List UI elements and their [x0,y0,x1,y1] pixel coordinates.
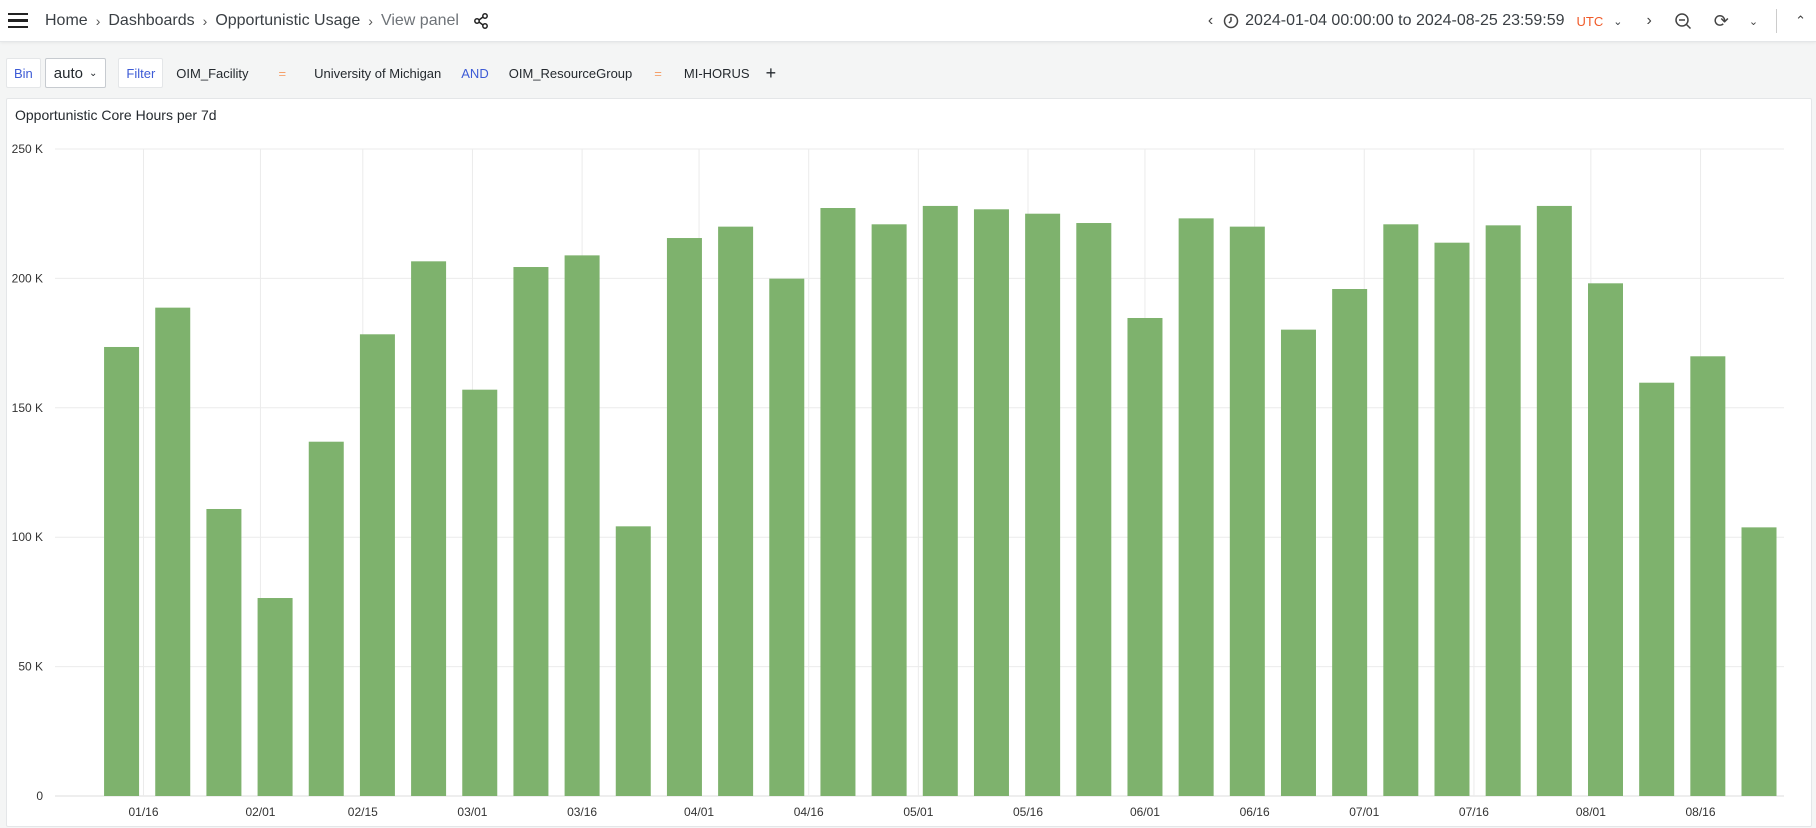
x-tick-label: 08/16 [1686,805,1716,819]
x-tick-label: 06/01 [1130,805,1160,819]
x-tick-label: 07/01 [1349,805,1379,819]
x-tick-label: 08/01 [1576,805,1606,819]
bar [462,389,498,796]
chart-panel: Opportunistic Core Hours per 7d 0 50 K 100… [6,98,1812,827]
y-tick-label: 200 K [12,271,43,285]
refresh-interval-chevron-icon[interactable]: ⌄ [1739,15,1768,28]
breadcrumb-home[interactable]: Home [45,12,88,30]
x-tick-label: 02/01 [245,805,275,819]
y-tick-label: 0 [36,789,43,803]
bar [1383,224,1419,796]
filter-label: Filter [118,58,164,88]
bar [104,346,140,796]
x-tick-label: 07/16 [1459,805,1489,819]
bar [1229,226,1265,796]
bar [206,508,242,796]
clock-icon [1223,13,1239,29]
bar [155,307,191,796]
bar-chart: 0 50 K 100 K 150 K 200 K 250 K 01/16 02/01 02/15… [12,142,1784,819]
bar [1178,218,1214,796]
y-tick-label: 100 K [12,530,43,544]
bar [1690,356,1726,796]
breadcrumb-current: View panel [380,11,459,29]
bar [1025,213,1061,796]
x-tick-label: 05/16 [1013,805,1043,819]
top-bar: Home › Dashboards › Opportunistic Usage › V… [0,0,1816,42]
bar [1332,289,1368,796]
x-tick-label: 03/16 [567,805,597,819]
filter-value[interactable]: University of Michigan [314,66,441,81]
chevron-right-icon: › [95,12,101,29]
filter-value[interactable]: MI-HORUS [684,66,750,81]
bar [1076,223,1112,797]
time-back-button[interactable]: ‹ [1198,12,1223,30]
x-tick-label: 05/01 [903,805,933,819]
bar [359,334,395,796]
refresh-icon[interactable]: ⟳ [1704,11,1739,32]
bar [615,526,651,796]
bar [769,278,805,796]
filter-operator[interactable]: = [279,66,287,81]
collapse-chevron-up-icon[interactable]: ⌃ [1785,13,1816,29]
breadcrumb-dashboard[interactable]: Opportunistic Usage [215,12,360,30]
divider [1776,9,1778,33]
bin-label: Bin [6,58,41,88]
bar [1485,225,1521,796]
bar [1741,527,1777,796]
time-range: 2024-01-04 00:00:00 to 2024-08-25 23:59:… [1245,12,1565,29]
bar [1536,205,1572,796]
bar [666,238,702,796]
chevron-down-icon: ⌄ [1613,15,1623,28]
chevron-down-icon: ⌄ [89,67,98,79]
bar [1434,242,1470,796]
breadcrumb: Home › Dashboards › Opportunistic Usage › V… [45,12,459,30]
time-picker[interactable]: 2024-01-04 00:00:00 to 2024-08-25 23:59:… [1223,12,1622,30]
filter-operator[interactable]: = [654,66,662,81]
filter-key[interactable]: OIM_ResourceGroup [509,66,633,81]
x-tick-label: 04/01 [684,805,714,819]
menu-icon[interactable] [8,12,28,29]
add-filter-button[interactable]: + [766,63,777,84]
y-tick-label: 150 K [12,401,43,415]
bin-value: auto [53,64,83,82]
variable-bar: Bin auto ⌄ Filter OIM_Facility = Universi… [6,58,776,88]
bar [1639,382,1675,796]
chevron-right-icon: › [202,12,208,29]
bar [871,224,907,796]
zoom-out-icon[interactable] [1674,12,1692,30]
bar [308,441,344,796]
timezone: UTC [1576,13,1604,29]
x-tick-label: 06/16 [1240,805,1270,819]
bar [820,208,856,796]
time-forward-button[interactable]: › [1636,12,1661,30]
x-tick-label: 03/01 [457,805,487,819]
filter-key[interactable]: OIM_Facility [176,66,248,81]
bar [973,209,1009,796]
x-tick-label: 04/16 [794,805,824,819]
bar [922,205,958,796]
bar [564,255,600,796]
x-tick-label: 01/16 [128,805,158,819]
breadcrumb-dashboards[interactable]: Dashboards [108,12,194,30]
bar [257,598,293,796]
filter-conjunction[interactable]: AND [461,66,488,81]
bar [411,261,447,796]
share-icon[interactable] [473,12,489,29]
bar [513,267,549,796]
chevron-right-icon: › [368,12,373,29]
y-tick-label: 250 K [12,142,43,156]
bar [1127,317,1163,796]
bar [718,226,754,796]
bar [1280,329,1316,796]
y-tick-label: 50 K [18,660,43,674]
bin-select[interactable]: auto ⌄ [44,58,107,88]
bar [1588,283,1623,796]
x-tick-label: 02/15 [348,805,378,819]
